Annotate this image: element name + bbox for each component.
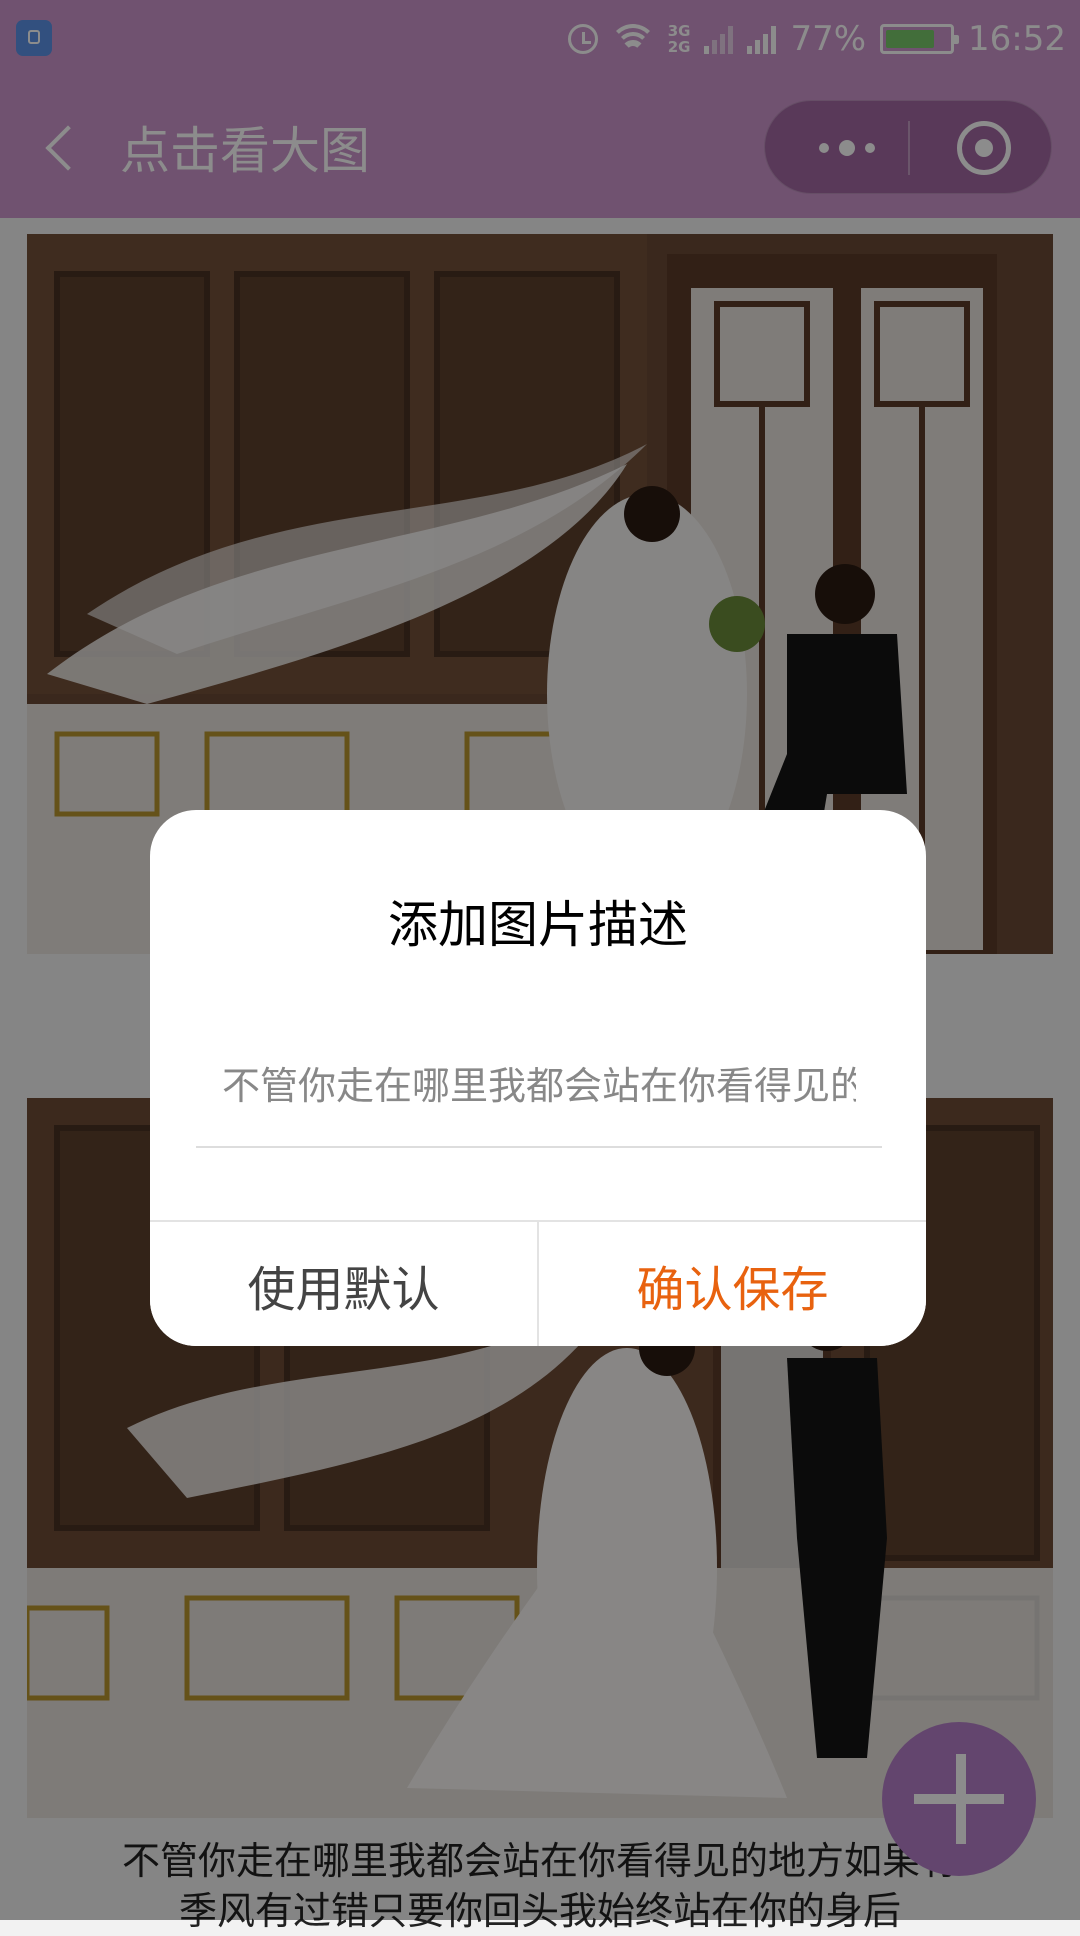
add-description-dialog: 添加图片描述 使用默认 确认保存 bbox=[150, 810, 926, 1346]
input-underline bbox=[196, 1146, 882, 1148]
dialog-buttons: 使用默认 确认保存 bbox=[150, 1220, 926, 1346]
dialog-title: 添加图片描述 bbox=[388, 896, 688, 954]
use-default-button[interactable]: 使用默认 bbox=[150, 1222, 539, 1346]
confirm-save-button[interactable]: 确认保存 bbox=[539, 1222, 926, 1346]
description-input[interactable] bbox=[196, 1046, 882, 1118]
